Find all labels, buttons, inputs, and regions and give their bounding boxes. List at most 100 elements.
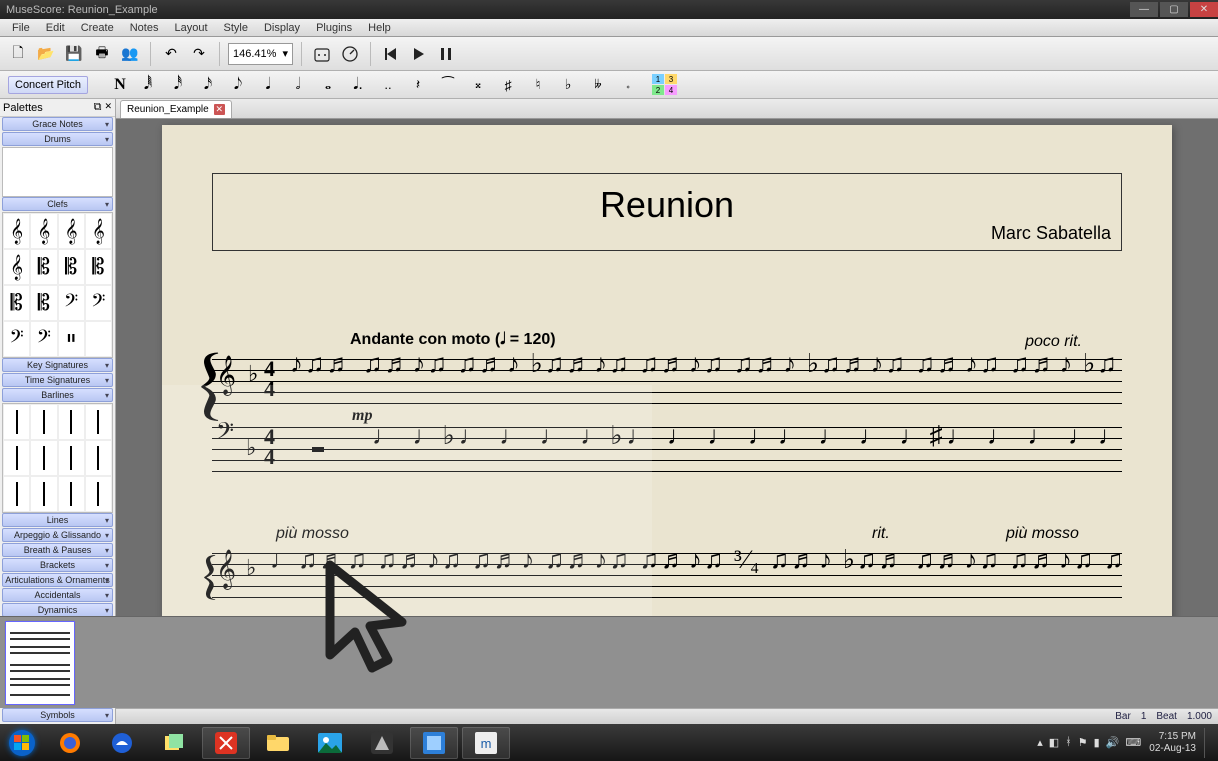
clef-alto3-icon[interactable]: 𝄡 <box>3 285 30 321</box>
score-title[interactable]: Reunion <box>213 184 1121 226</box>
note-16th-icon[interactable]: 𝅘𝅥𝅯 <box>196 73 220 97</box>
start-button[interactable] <box>0 724 44 761</box>
barline-none-icon[interactable] <box>85 440 112 476</box>
clef-treble8a-icon[interactable]: 𝄞 <box>85 213 112 249</box>
barline-dashed-icon[interactable] <box>85 404 112 440</box>
palette-time-signatures[interactable]: Time Signatures▾ <box>2 373 113 387</box>
redo-icon[interactable]: ↷ <box>187 42 211 66</box>
tray-bluetooth-icon[interactable]: ᚼ <box>1065 736 1072 749</box>
double-sharp-icon[interactable]: 𝄪 <box>466 73 490 97</box>
clef-alto-icon[interactable]: 𝄡 <box>30 249 57 285</box>
barline-repeat-start-icon[interactable] <box>3 440 30 476</box>
clef-treble15-icon[interactable]: 𝄞 <box>58 213 85 249</box>
note-dot-icon[interactable]: 𝅘𝅥. <box>346 73 370 97</box>
tray-network-icon[interactable]: ▮ <box>1094 736 1100 749</box>
rewind-icon[interactable] <box>379 42 403 66</box>
direction-rit[interactable]: rit. <box>872 525 890 543</box>
palette-brackets[interactable]: Brackets▾ <box>2 558 113 572</box>
voice-2-button[interactable]: 2 <box>652 85 664 95</box>
note-quarter-icon[interactable]: 𝅘𝅥 <box>256 73 280 97</box>
menu-file[interactable]: File <box>4 22 38 34</box>
voice-1-button[interactable]: 1 <box>652 74 664 84</box>
palettes-undock-icon[interactable]: ⧉ <box>94 101 102 114</box>
note-64th-icon[interactable]: 𝅘𝅥𝅱 <box>136 73 160 97</box>
palette-key-signatures[interactable]: Key Signatures▾ <box>2 358 113 372</box>
taskbar-explorer-icon[interactable] <box>254 727 302 759</box>
save-icon[interactable]: 💾 <box>62 42 86 66</box>
menu-style[interactable]: Style <box>216 22 256 34</box>
clef-bass8-icon[interactable]: 𝄢 <box>85 285 112 321</box>
palette-grace-notes[interactable]: Grace Notes▾ <box>2 117 113 131</box>
open-icon[interactable]: 📂 <box>34 42 58 66</box>
barline-repeat-both-icon[interactable] <box>58 440 85 476</box>
clef-treble-icon[interactable]: 𝄞 <box>3 213 30 249</box>
navigator-page-1[interactable] <box>6 622 74 704</box>
taskbar-photos-icon[interactable] <box>306 727 354 759</box>
note-half-icon[interactable]: 𝅗𝅥 <box>286 73 310 97</box>
loop-icon[interactable] <box>435 42 459 66</box>
voice-3-button[interactable]: 3 <box>665 74 677 84</box>
taskbar-notes-icon[interactable] <box>150 727 198 759</box>
taskbar-app2-icon[interactable] <box>358 727 406 759</box>
barline-double-icon[interactable] <box>30 404 57 440</box>
menu-plugins[interactable]: Plugins <box>308 22 360 34</box>
clef-bass15-icon[interactable]: 𝄢 <box>3 321 30 357</box>
flat-icon[interactable]: ♭ <box>556 73 580 97</box>
people-icon[interactable]: 👥 <box>118 42 142 66</box>
palette-drums[interactable]: Drums▾ <box>2 132 113 146</box>
menu-notes[interactable]: Notes <box>122 22 167 34</box>
taskbar-musescore-icon[interactable]: m <box>462 727 510 759</box>
title-frame[interactable]: Reunion Marc Sabatella <box>212 173 1122 251</box>
note-8th-icon[interactable]: 𝅘𝅥𝅮 <box>226 73 250 97</box>
play-icon[interactable] <box>407 42 431 66</box>
palette-dynamics[interactable]: Dynamics▾ <box>2 603 113 617</box>
tie-icon[interactable]: ⁀ <box>436 73 460 97</box>
note-whole-icon[interactable]: 𝅝 <box>316 73 340 97</box>
score-composer[interactable]: Marc Sabatella <box>991 223 1111 244</box>
tab-close-icon[interactable]: ✕ <box>214 104 225 115</box>
palette-articulations[interactable]: Articulations & Ornaments▾ <box>2 573 113 587</box>
barline-repeat-end-icon[interactable] <box>30 440 57 476</box>
taskbar-clock[interactable]: 7:15 PM 02-Aug-13 <box>1149 731 1196 755</box>
flip-stem-icon[interactable]: 𝆹 <box>616 73 640 97</box>
clef-treble8-icon[interactable]: 𝄞 <box>30 213 57 249</box>
direction-piu-mosso-2[interactable]: più mosso <box>1006 525 1079 543</box>
clef-bass-alt-icon[interactable]: 𝄢 <box>30 321 57 357</box>
minimize-button[interactable]: — <box>1130 2 1158 17</box>
barline-end-icon[interactable] <box>58 404 85 440</box>
taskbar-thunderbird-icon[interactable] <box>98 727 146 759</box>
menu-display[interactable]: Display <box>256 22 308 34</box>
tempo-marking[interactable]: Andante con moto (𝅘𝅥 = 120) <box>350 331 556 349</box>
note-doubledot-icon[interactable]: .. <box>376 73 400 97</box>
tab-reunion[interactable]: Reunion_Example ✕ <box>120 100 232 118</box>
clef-bass-icon[interactable]: 𝄢 <box>58 285 85 321</box>
tray-lang-icon[interactable]: ⌨ <box>1125 736 1141 749</box>
clef-alto2-icon[interactable]: 𝄡 <box>85 249 112 285</box>
double-flat-icon[interactable]: 𝄫 <box>586 73 610 97</box>
note-32nd-icon[interactable]: 𝅘𝅥𝅰 <box>166 73 190 97</box>
tray-action-icon[interactable]: ⚑ <box>1078 736 1088 749</box>
close-button[interactable]: ✕ <box>1190 2 1218 17</box>
show-desktop-button[interactable] <box>1204 728 1212 758</box>
clef-tenor-icon[interactable]: 𝄡 <box>58 249 85 285</box>
palette-lines[interactable]: Lines▾ <box>2 513 113 527</box>
barline-normal-icon[interactable] <box>3 404 30 440</box>
new-icon[interactable]: 🗋 <box>6 42 30 66</box>
menu-layout[interactable]: Layout <box>166 22 215 34</box>
print-icon[interactable]: 🖶 <box>90 42 114 66</box>
metronome-icon[interactable] <box>338 42 362 66</box>
tray-volume-icon[interactable]: 🔊 <box>1106 736 1120 749</box>
zoom-select[interactable]: 146.41%▾ <box>228 43 293 65</box>
palettes-close-icon[interactable]: ✕ <box>104 101 112 114</box>
tray-up-icon[interactable]: ▴ <box>1037 736 1043 749</box>
undo-icon[interactable]: ↶ <box>159 42 183 66</box>
palette-arpeggio[interactable]: Arpeggio & Glissando▾ <box>2 528 113 542</box>
sharp-icon[interactable]: ♯ <box>496 73 520 97</box>
palette-clefs[interactable]: Clefs▾ <box>2 197 113 211</box>
taskbar-app3-icon[interactable] <box>410 727 458 759</box>
clef-alto4-icon[interactable]: 𝄡 <box>30 285 57 321</box>
palette-accidentals[interactable]: Accidentals▾ <box>2 588 113 602</box>
menu-edit[interactable]: Edit <box>38 22 73 34</box>
maximize-button[interactable]: ▢ <box>1160 2 1188 17</box>
midi-icon[interactable] <box>310 42 334 66</box>
